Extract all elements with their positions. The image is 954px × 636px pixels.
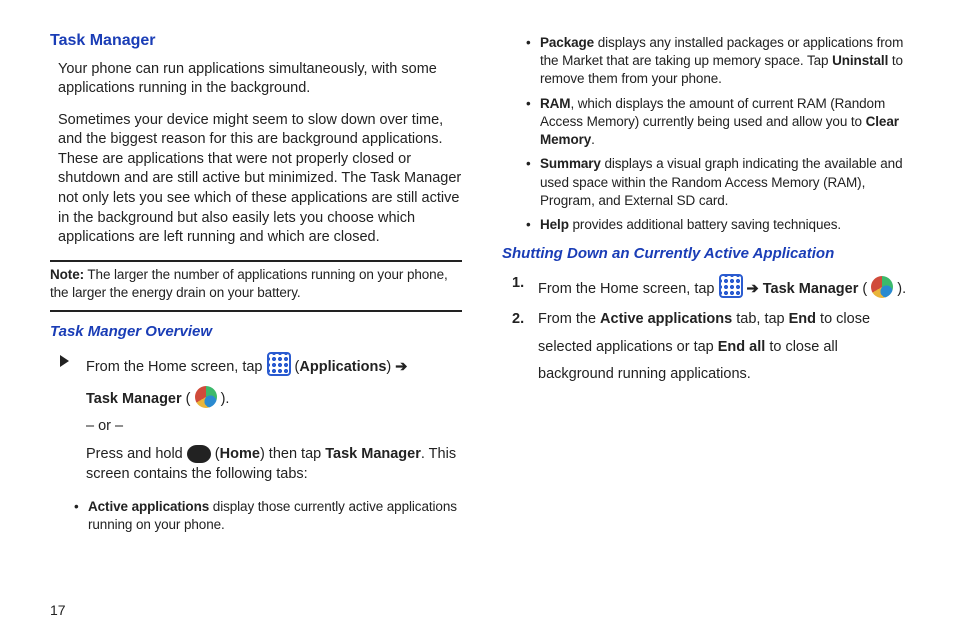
right-column: • Package displays any installed package…	[502, 30, 914, 616]
step-body: From the Home screen, tap ( Applications)…	[86, 352, 462, 492]
text: From the Home screen, tap	[538, 281, 719, 297]
text: tab, tap	[732, 311, 788, 327]
arrow-icon: ➔	[395, 359, 407, 375]
bullet-dot: •	[526, 34, 540, 89]
bullet-item: • Package displays any installed package…	[526, 34, 914, 89]
text: (	[182, 391, 191, 407]
bullet-item: • Summary displays a visual graph indica…	[526, 155, 914, 210]
applications-icon	[719, 274, 743, 298]
label-task-manager: Task Manager	[86, 391, 182, 407]
label-applications: Applications	[299, 359, 386, 375]
label-end: End	[789, 311, 816, 327]
step-marker-triangle	[60, 352, 86, 492]
task-manager-icon	[195, 386, 217, 408]
step: From the Home screen, tap ( Applications)…	[60, 352, 462, 492]
step-number: 1.	[512, 274, 538, 300]
bullet-dot: •	[526, 155, 540, 210]
text: ).	[897, 281, 906, 297]
paragraph: Your phone can run applications simultan…	[58, 60, 462, 99]
applications-icon	[267, 352, 291, 376]
bullet-label: Summary	[540, 156, 601, 171]
step-number: 2.	[512, 306, 538, 389]
step: 2. From the Active applications tab, tap…	[512, 306, 914, 389]
text: Press and hold	[86, 446, 187, 462]
bullet-item: • Active applications display those curr…	[74, 498, 462, 534]
step-body: From the Home screen, tap ➔ Task Manager…	[538, 274, 914, 300]
bullet-text: provides additional battery saving techn…	[569, 217, 841, 232]
bullet-dot: •	[526, 216, 540, 234]
text: From the Home screen, tap	[86, 359, 267, 375]
home-button-icon	[187, 445, 211, 463]
note-text: The larger the number of applications ru…	[50, 267, 448, 300]
or-separator: – or –	[86, 417, 462, 437]
left-column: Task Manager Your phone can run applicat…	[50, 30, 462, 616]
bullet-dot: •	[526, 95, 540, 150]
task-manager-icon	[871, 276, 893, 298]
note: Note: The larger the number of applicati…	[50, 266, 462, 302]
subsection-title: Shutting Down an Currently Active Applic…	[502, 244, 914, 264]
bullet-dot: •	[74, 498, 88, 534]
page-number: 17	[50, 602, 66, 618]
bullet-item: • Help provides additional battery savin…	[526, 216, 914, 234]
label-uninstall: Uninstall	[832, 53, 888, 68]
text: ) then tap	[260, 446, 325, 462]
label-task-manager: Task Manager	[763, 281, 859, 297]
bullet-label: RAM	[540, 96, 570, 111]
text: From the	[538, 311, 600, 327]
note-label: Note:	[50, 267, 84, 282]
text: )	[386, 359, 395, 375]
text: (	[858, 281, 867, 297]
bullet-text: , which displays the amount of current R…	[540, 96, 885, 129]
bullet-text: .	[591, 132, 595, 147]
subsection-title: Task Manger Overview	[50, 322, 462, 342]
divider	[50, 260, 462, 262]
step: 1. From the Home screen, tap ➔ Task Mana…	[512, 274, 914, 300]
divider	[50, 310, 462, 312]
bullet-label: Package	[540, 35, 594, 50]
document-page: Task Manager Your phone can run applicat…	[0, 0, 954, 636]
section-title: Task Manager	[50, 30, 462, 52]
label-task-manager: Task Manager	[325, 446, 421, 462]
bullet-label: Active applications	[88, 499, 209, 514]
paragraph: Sometimes your device might seem to slow…	[58, 111, 462, 248]
step-body: From the Active applications tab, tap En…	[538, 306, 914, 389]
bullet-item: • RAM, which displays the amount of curr…	[526, 95, 914, 150]
bullet-label: Help	[540, 217, 569, 232]
label-active-applications: Active applications	[600, 311, 732, 327]
label-end-all: End all	[718, 339, 766, 355]
label-home: Home	[220, 446, 260, 462]
arrow-icon: ➔	[747, 281, 759, 297]
text: ).	[221, 391, 230, 407]
